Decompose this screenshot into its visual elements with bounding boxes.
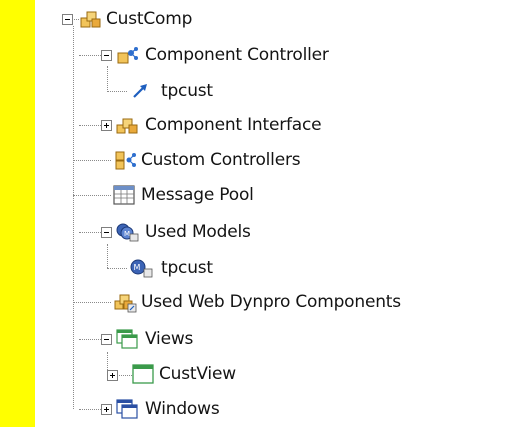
expand-toggle[interactable] [107,370,118,381]
tree-line [107,268,127,269]
model-binding-arrow-icon [133,84,147,98]
tree-item-label[interactable]: Component Controller [145,44,329,66]
highlight-bar [0,0,35,427]
svg-text:M: M [124,230,130,238]
collapse-toggle[interactable] [101,50,112,61]
tree-line [79,232,101,233]
expand-toggle[interactable] [101,120,112,131]
component-controller-icon [117,47,138,64]
custom-controllers-icon [115,151,136,170]
tree-line [79,55,101,56]
tree-line [73,195,111,196]
tree-item-label[interactable]: Component Interface [145,114,322,136]
tree-item-label[interactable]: CustView [159,363,236,385]
tree-item-label[interactable]: CustComp [106,8,192,30]
tree-item-label[interactable]: tpcust [161,80,213,102]
windows-icon [116,399,138,419]
tree-item-label[interactable]: Used Models [145,221,251,243]
expand-toggle[interactable] [101,404,112,415]
tree-item-label[interactable]: tpcust [161,257,213,279]
tree-line [107,66,108,92]
view-icon [132,364,154,384]
model-icon: M [130,259,153,278]
tree-item-label[interactable]: Message Pool [141,184,254,206]
component-icon [80,11,101,28]
tree-line [79,339,101,340]
collapse-toggle[interactable] [101,334,112,345]
tree-item-label[interactable]: Custom Controllers [141,149,301,171]
tree-line [79,409,101,410]
tree-item-label[interactable]: Views [145,328,193,350]
tree-line [107,244,108,268]
tree-line [73,160,111,161]
component-interface-icon [116,118,138,134]
collapse-toggle[interactable] [62,14,73,25]
tree-line [107,352,108,370]
message-pool-icon [113,185,135,205]
tree-line [73,26,74,409]
tree-line [73,302,111,303]
views-icon [116,329,138,349]
component-tree[interactable]: CustComp Component Controller tpcust Com… [35,0,517,427]
tree-line [107,91,127,92]
tree-line [79,125,101,126]
tree-item-label[interactable]: Windows [145,398,220,420]
used-components-icon [114,294,137,313]
svg-text:M: M [134,263,141,272]
used-models-icon: M [116,223,139,242]
collapse-toggle[interactable] [101,227,112,238]
tree-item-label[interactable]: Used Web Dynpro Components [141,291,401,313]
